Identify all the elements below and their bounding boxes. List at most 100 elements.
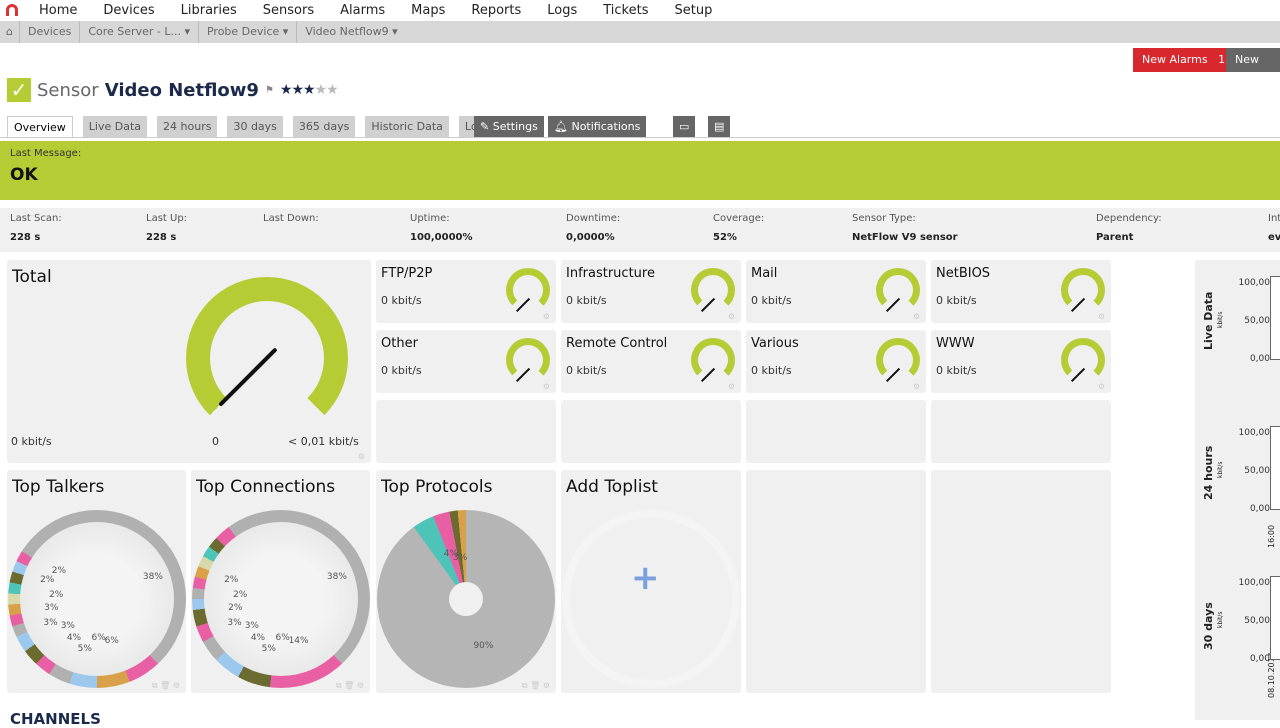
tile-tools-icon[interactable]: ⧉ 🗑︎ ⚙: [336, 681, 364, 691]
gauge-icon: [691, 268, 735, 313]
top-nav: Home Devices Libraries Sensors Alarms Maps Rep…: [0, 0, 1280, 20]
settings-button[interactable]: ✎ Settings: [474, 116, 544, 137]
mini-graph[interactable]: [1270, 576, 1280, 660]
tile-tools-icon[interactable]: ⧉ 🗑︎ ⚙: [522, 681, 550, 691]
home-icon[interactable]: ⌂: [0, 21, 19, 43]
channel-gauge-tile[interactable]: Various 0 kbit/s ⚙: [746, 330, 926, 393]
tab-365-days[interactable]: 365 days: [292, 116, 356, 137]
nav-alarms[interactable]: Alarms: [327, 3, 398, 18]
total-gauge: [186, 277, 348, 439]
graph-label[interactable]: Live Data: [1202, 292, 1215, 350]
slice-label: 90%: [473, 640, 494, 651]
graph-label[interactable]: 30 days: [1202, 602, 1215, 650]
slice-label: 3%: [244, 621, 259, 632]
nav-sensors[interactable]: Sensors: [250, 3, 327, 18]
breadcrumb-item[interactable]: Core Server - L... ▾: [79, 21, 198, 43]
nav-home[interactable]: Home: [26, 3, 90, 18]
gauge-icon: [876, 268, 920, 313]
pie-chart: 90% 4% 3%: [377, 510, 555, 688]
gauge-icon: [876, 338, 920, 383]
info-field: Last Down:: [263, 213, 319, 224]
slice-label: 6%: [275, 632, 290, 643]
info-field: Last Up: 228 s: [146, 213, 188, 243]
tile-tools-icon[interactable]: ⚙: [728, 382, 735, 391]
chord-diagram: 38% 6% 6% 5% 4% 3% 3% 3% 2% 2% 2%: [8, 510, 186, 688]
tile-tools-icon[interactable]: ⚙: [543, 312, 550, 321]
breadcrumb-item[interactable]: Probe Device ▾: [197, 21, 296, 43]
slice-label: 5%: [77, 643, 92, 654]
slice-label: 2%: [233, 590, 248, 601]
tile-tools-icon[interactable]: ⚙: [1098, 312, 1105, 321]
slice-label: 3%: [43, 618, 58, 629]
toplist-tile[interactable]: Top Protocols 90% 4% 3% ⧉ 🗑︎ ⚙: [376, 470, 556, 693]
toplist-tile[interactable]: Top Talkers 38% 6% 6% 5% 4% 3% 3% 3% 2% 2% 2% ⧉ 🗑︎ ⚙: [7, 470, 186, 693]
total-gauge-tile[interactable]: Total 0 kbit/s 0 < 0,01 kbit/s ⚙: [7, 260, 371, 463]
slice-label: 2%: [49, 590, 64, 601]
channel-gauge-tile[interactable]: Infrastructure 0 kbit/s ⚙: [561, 260, 741, 323]
new-log-button[interactable]: New Log: [1226, 48, 1280, 90]
add-icon[interactable]: +: [631, 558, 660, 598]
slice-label: 4%: [250, 633, 266, 644]
gauge-icon: [1061, 268, 1105, 313]
slice-label: 2%: [224, 575, 239, 586]
tile-tools-icon[interactable]: ⧉ 🗑︎ ⚙: [152, 681, 180, 691]
chevron-down-icon[interactable]: ▾: [279, 25, 289, 38]
comment-icon[interactable]: ▭: [673, 116, 695, 137]
history-icon[interactable]: ▤: [708, 116, 730, 137]
tile-tools-icon[interactable]: ⚙: [358, 452, 365, 461]
empty-tile: [376, 400, 556, 463]
channel-gauge-tile[interactable]: FTP/P2P 0 kbit/s ⚙: [376, 260, 556, 323]
new-alarms-button[interactable]: New Alarms 1: [1133, 48, 1235, 72]
tab-overview[interactable]: Overview: [7, 116, 73, 137]
tile-tools-icon[interactable]: ⚙: [543, 382, 550, 391]
sensor-info-row: Last Scan: 228 s Last Up: 228 s Last Down: Up…: [0, 208, 1280, 252]
slice-label: 6%: [104, 636, 119, 647]
tile-tools-icon[interactable]: ⚙: [728, 312, 735, 321]
nav-reports[interactable]: Reports: [458, 3, 534, 18]
info-field: Int ev: [1268, 213, 1280, 243]
toplist-tile[interactable]: Top Connections 38% 14% 6% 5% 4% 3% 3% 2% 2% 2% ⧉ 🗑…: [191, 470, 370, 693]
slice-label: 4%: [66, 633, 82, 644]
prtg-logo-icon[interactable]: [6, 4, 18, 16]
breadcrumb-item[interactable]: Devices: [18, 21, 79, 43]
nav-logs[interactable]: Logs: [534, 3, 590, 18]
breadcrumb-item[interactable]: Video Netflow9 ▾: [296, 21, 405, 43]
slice-label: 2%: [228, 603, 243, 614]
chord-diagram: 38% 14% 6% 5% 4% 3% 3% 2% 2% 2%: [192, 510, 370, 688]
tile-tools-icon[interactable]: ⚙: [913, 382, 920, 391]
chevron-down-icon[interactable]: ▾: [389, 25, 398, 38]
tab-24-hours[interactable]: 24 hours: [157, 116, 218, 137]
tile-tools-icon[interactable]: ⚙: [1098, 382, 1105, 391]
empty-tile: [746, 400, 926, 463]
info-field: Dependency: Parent: [1096, 213, 1162, 243]
tab-live-data[interactable]: Live Data: [82, 116, 148, 137]
nav-devices[interactable]: Devices: [90, 3, 167, 18]
graph-label[interactable]: 24 hours: [1202, 446, 1215, 500]
mini-graph[interactable]: [1270, 276, 1280, 360]
slice-label: 38%: [326, 571, 347, 582]
chevron-down-icon[interactable]: ▾: [181, 25, 190, 38]
nav-setup[interactable]: Setup: [661, 3, 725, 18]
nav-tickets[interactable]: Tickets: [590, 3, 661, 18]
channel-gauge-tile[interactable]: Other 0 kbit/s ⚙: [376, 330, 556, 393]
priority-stars[interactable]: ★★★★★: [280, 82, 339, 98]
channel-gauge-tile[interactable]: Remote Control 0 kbit/s ⚙: [561, 330, 741, 393]
nav-maps[interactable]: Maps: [398, 3, 458, 18]
toplist-tile[interactable]: Add Toplist +: [561, 470, 741, 693]
channel-gauge-tile[interactable]: Mail 0 kbit/s ⚙: [746, 260, 926, 323]
empty-tile: [931, 470, 1111, 693]
slice-label: 2%: [40, 575, 55, 586]
flag-icon[interactable]: ⚑: [265, 85, 274, 96]
channel-gauge-tile[interactable]: WWW 0 kbit/s ⚙: [931, 330, 1111, 393]
slice-label: 6%: [91, 632, 106, 643]
tab-30-days[interactable]: 30 days: [227, 116, 283, 137]
tab-historic-data[interactable]: Historic Data: [365, 116, 449, 137]
mini-graph[interactable]: [1270, 426, 1280, 510]
slice-label: 3%: [227, 618, 242, 629]
tile-tools-icon[interactable]: ⚙: [913, 312, 920, 321]
nav-libraries[interactable]: Libraries: [168, 3, 250, 18]
placeholder-pie: [562, 510, 740, 688]
notifications-button[interactable]: 🔔︎ Notifications: [548, 116, 647, 137]
channel-gauge-tile[interactable]: NetBIOS 0 kbit/s ⚙: [931, 260, 1111, 323]
gauge-icon: [691, 338, 735, 383]
